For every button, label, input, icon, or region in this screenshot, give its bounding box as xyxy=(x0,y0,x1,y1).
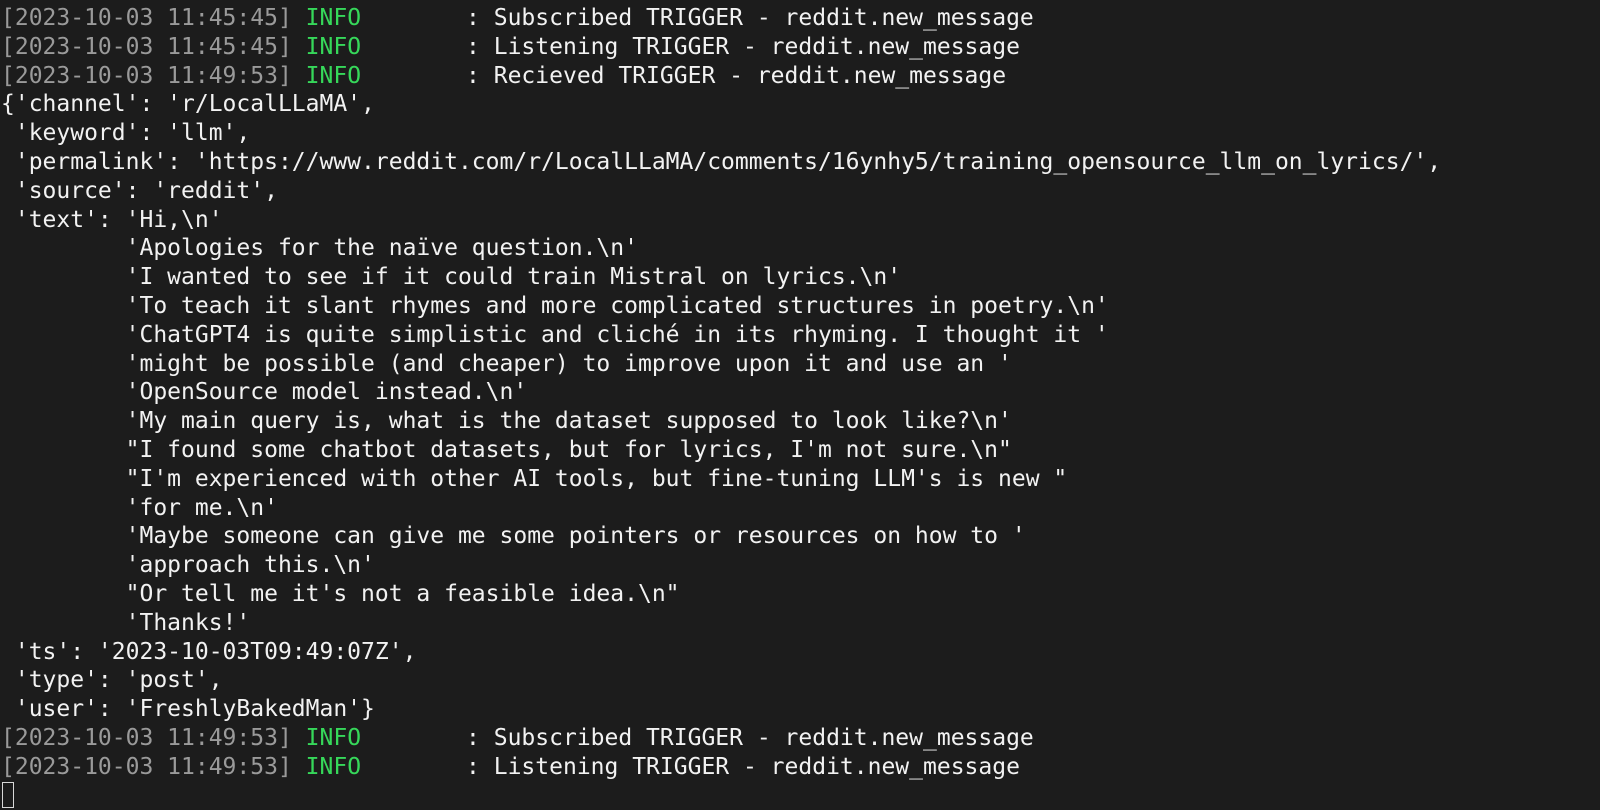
log-message: : Subscribed TRIGGER - reddit.new_messag… xyxy=(466,724,1034,751)
log-message: : Subscribed TRIGGER - reddit.new_messag… xyxy=(466,5,1034,31)
payload-line: 'My main query is, what is the dataset s… xyxy=(1,408,1012,435)
payload-line: 'To teach it slant rhymes and more compl… xyxy=(1,292,1109,319)
payload-line: 'type': 'post', xyxy=(1,667,223,694)
payload-line: 'Apologies for the naïve question.\n' xyxy=(1,235,638,262)
log-message: : Recieved TRIGGER - reddit.new_message xyxy=(466,62,1007,89)
log-timestamp: [2023-10-03 11:49:53] xyxy=(1,753,292,780)
payload-line: 'for me.\n' xyxy=(1,494,278,521)
prompt-line[interactable] xyxy=(0,782,1600,810)
terminal-window[interactable]: [2023-10-03 11:45:45] INFO : Subscribed T… xyxy=(0,0,1600,810)
log-level: INFO xyxy=(305,724,362,751)
log-level: INFO xyxy=(305,5,362,31)
log-level: INFO xyxy=(305,33,362,60)
log-line: [2023-10-03 11:49:53] INFO : Listening TR… xyxy=(0,753,1600,782)
log-timestamp: [2023-10-03 11:49:53] xyxy=(1,724,292,751)
payload-line: 'keyword': 'llm', xyxy=(1,120,251,147)
payload-line: 'OpenSource model instead.\n' xyxy=(1,379,528,406)
payload-line: 'approach this.\n' xyxy=(1,552,375,579)
log-line: [2023-10-03 11:45:45] INFO : Listening TR… xyxy=(0,33,1600,62)
payload-line: "Or tell me it's not a feasible idea.\n" xyxy=(1,580,680,607)
log-section-top: [2023-10-03 11:45:45] INFO : Subscribed T… xyxy=(0,4,1600,90)
payload-line: 'might be possible (and cheaper) to impr… xyxy=(1,350,1012,377)
log-message: : Listening TRIGGER - reddit.new_message xyxy=(466,753,1020,780)
payload-line: 'Maybe someone can give me some pointers… xyxy=(1,523,1026,550)
payload-line: 'source': 'reddit', xyxy=(1,177,278,204)
payload-line: 'ChatGPT4 is quite simplistic and cliché… xyxy=(1,321,1109,348)
log-level: INFO xyxy=(305,62,362,89)
payload-dump: {'channel': 'r/LocalLLaMA', 'keyword': '… xyxy=(0,90,1600,724)
log-timestamp: [2023-10-03 11:45:45] xyxy=(1,33,292,60)
log-line: [2023-10-03 11:49:53] INFO : Recieved TRI… xyxy=(0,62,1600,91)
payload-line: 'text': 'Hi,\n' xyxy=(1,206,223,233)
payload-line: 'ts': '2023-10-03T09:49:07Z', xyxy=(1,638,417,665)
log-line: [2023-10-03 11:49:53] INFO : Subscribed T… xyxy=(0,724,1600,753)
payload-line: 'I wanted to see if it could train Mistr… xyxy=(1,264,902,291)
text-cursor xyxy=(2,782,14,809)
payload-line: "I found some chatbot datasets, but for … xyxy=(1,436,1012,463)
log-line: [2023-10-03 11:45:45] INFO : Subscribed T… xyxy=(0,4,1600,33)
payload-line: "I'm experienced with other AI tools, bu… xyxy=(1,465,1068,492)
payload-line: {'channel': 'r/LocalLLaMA', xyxy=(1,91,375,118)
log-timestamp: [2023-10-03 11:49:53] xyxy=(1,62,292,89)
payload-line: 'user': 'FreshlyBakedMan'} xyxy=(1,696,375,723)
payload-line: 'permalink': 'https://www.reddit.com/r/L… xyxy=(1,148,1442,175)
payload-line: 'Thanks!' xyxy=(1,609,251,636)
log-timestamp: [2023-10-03 11:45:45] xyxy=(1,5,292,31)
log-section-bottom: [2023-10-03 11:49:53] INFO : Subscribed T… xyxy=(0,724,1600,782)
log-message: : Listening TRIGGER - reddit.new_message xyxy=(466,33,1020,60)
log-level: INFO xyxy=(305,753,362,780)
